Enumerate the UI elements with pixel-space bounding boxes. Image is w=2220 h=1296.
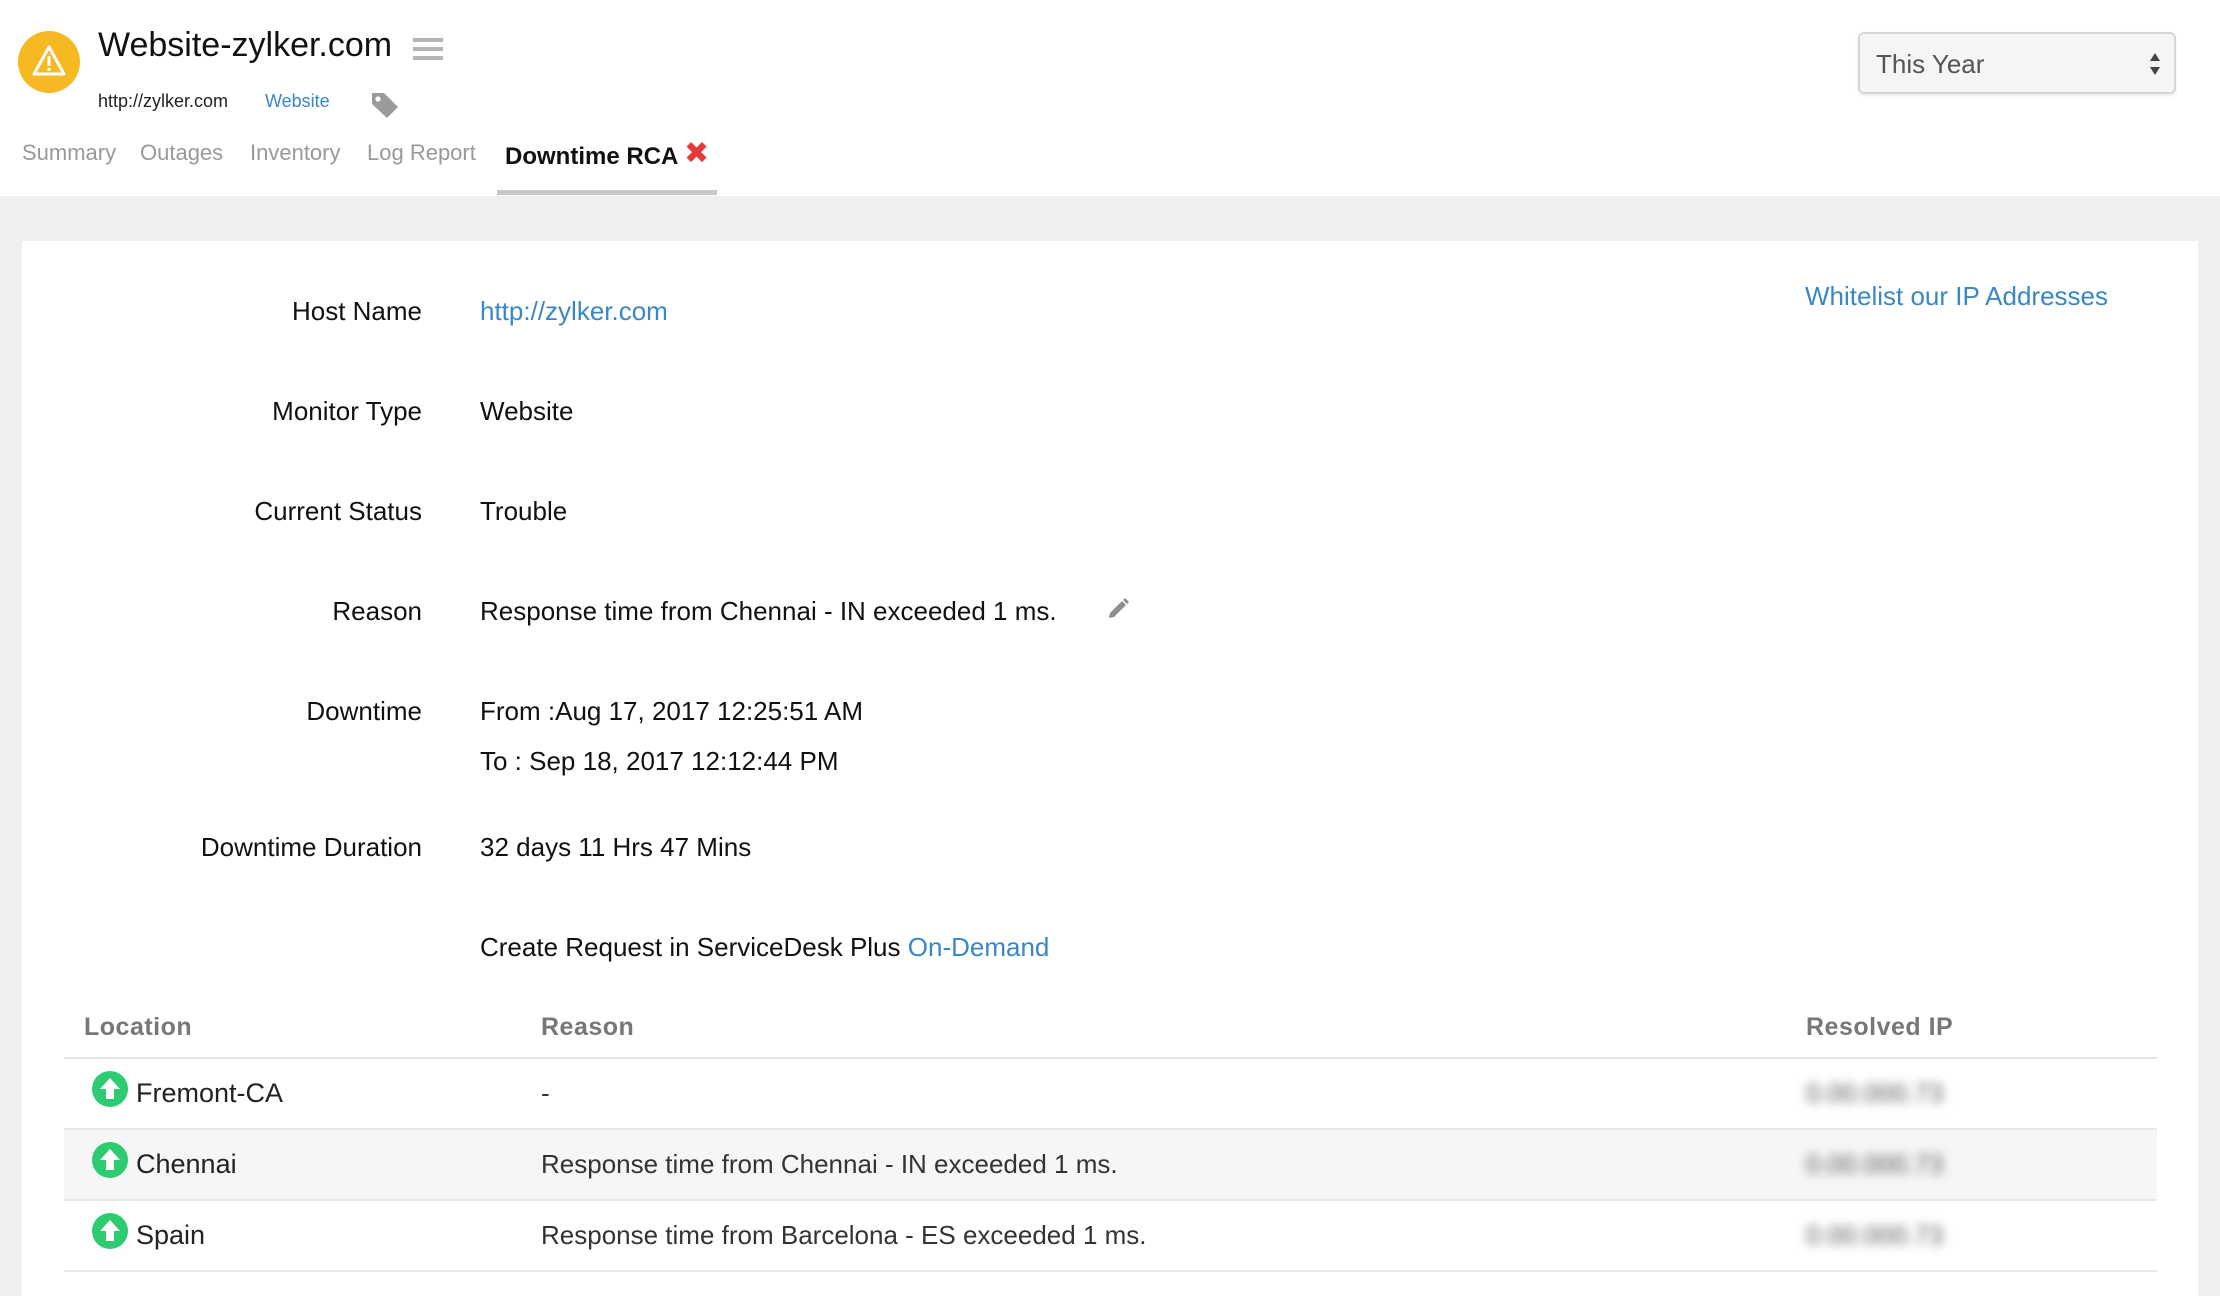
column-header-location: Location [84, 1013, 193, 1041]
tag-icon[interactable] [369, 90, 401, 125]
monitor-type-value: Website [480, 396, 574, 426]
servicedesk-request-text: Create Request in ServiceDesk Plus [480, 932, 901, 962]
column-header-resolved-ip: Resolved IP [1806, 1013, 1954, 1041]
warning-status-icon [18, 31, 80, 93]
host-name-link[interactable]: http://zylker.com [480, 296, 668, 327]
downtime-from: From :Aug 17, 2017 12:25:51 AM [480, 696, 864, 726]
downtime-to: To : Sep 18, 2017 12:12:44 PM [480, 746, 839, 776]
table-row: Chennai Response time from Chennai - IN … [64, 1130, 2157, 1201]
location-name: Spain [136, 1220, 206, 1250]
location-name: Fremont-CA [136, 1078, 284, 1108]
location-reason: Response time from Barcelona - ES exceed… [541, 1220, 1147, 1250]
edit-reason-icon[interactable] [1105, 596, 1131, 627]
downtime-duration-label: Downtime Duration [200, 832, 422, 862]
resolved-ip: 0.00.000.73 [1806, 1078, 1944, 1108]
whitelist-ip-link[interactable]: Whitelist our IP Addresses [1805, 281, 2108, 312]
up-arrow-icon [92, 1213, 128, 1254]
location-reason: - [541, 1078, 550, 1108]
host-name-label: Host Name [291, 296, 422, 326]
current-status-value: Trouble [480, 496, 568, 526]
monitor-header: Website-zylker.com http://zylker.com Web… [0, 0, 2220, 196]
table-row: Fremont-CA - 0.00.000.73 [64, 1059, 2157, 1130]
tab-summary[interactable]: Summary [22, 140, 116, 166]
downtime-label: Downtime [306, 696, 422, 726]
downtime-duration-value: 32 days 11 Hrs 47 Mins [480, 832, 752, 862]
up-arrow-icon [92, 1142, 128, 1183]
monitor-host-url: http://zylker.com [98, 91, 229, 111]
monitor-type-link[interactable]: Website [265, 91, 330, 112]
resolved-ip: 0.00.000.73 [1806, 1220, 1944, 1250]
reason-label: Reason [332, 596, 422, 626]
table-header: Location Reason Resolved IP [64, 1001, 2157, 1059]
monitor-title: Website-zylker.com [98, 26, 393, 64]
monitor-type-label: Monitor Type [272, 396, 422, 426]
tab-downtime-rca-label: Downtime RCA [505, 143, 679, 170]
up-arrow-icon [92, 1071, 128, 1112]
location-reason: Response time from Chennai - IN exceeded… [541, 1149, 1118, 1179]
resolved-ip: 0.00.000.73 [1806, 1149, 1944, 1179]
current-status-label: Current Status [254, 496, 422, 526]
period-select[interactable]: This Year [1858, 32, 2176, 94]
location-table: Location Reason Resolved IP Fremont-CA -… [64, 1001, 2157, 1272]
select-arrows-icon [2148, 49, 2162, 84]
location-name: Chennai [136, 1149, 237, 1179]
tab-inventory[interactable]: Inventory [250, 140, 341, 166]
close-tab-icon[interactable]: ✖ [684, 136, 709, 171]
tab-log-report[interactable]: Log Report [367, 140, 476, 166]
tab-outages[interactable]: Outages [140, 140, 223, 166]
hamburger-menu-icon[interactable] [413, 38, 443, 65]
column-header-reason: Reason [541, 1013, 635, 1041]
servicedesk-request: Create Request in ServiceDesk Plus On-De… [480, 932, 1049, 963]
table-row: Spain Response time from Barcelona - ES … [64, 1201, 2157, 1272]
reason-value: Response time from Chennai - IN exceeded… [480, 596, 1057, 626]
period-select-value: This Year [1876, 49, 1985, 79]
on-demand-link[interactable]: On-Demand [908, 932, 1050, 962]
rca-details-card: Whitelist our IP Addresses Host Name htt… [22, 241, 2198, 1296]
